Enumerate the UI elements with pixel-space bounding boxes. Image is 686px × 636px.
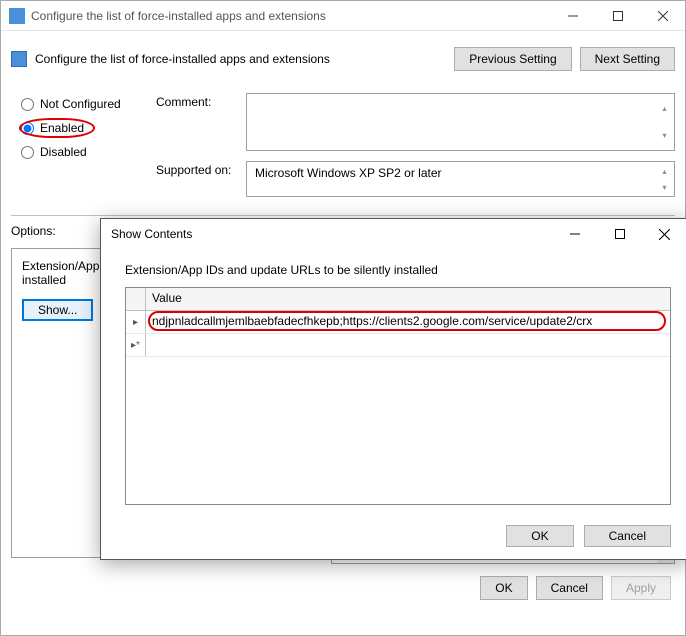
dialog-label: Extension/App IDs and update URLs to be …: [125, 263, 671, 277]
row-marker-new-icon: ▸*: [126, 334, 146, 356]
grid-header: Value: [126, 288, 670, 311]
next-setting-button[interactable]: Next Setting: [580, 47, 675, 71]
radio-not-configured-label: Not Configured: [40, 97, 121, 111]
dialog-minimize-button[interactable]: [552, 219, 597, 249]
close-button[interactable]: [640, 1, 685, 31]
radio-disabled-input[interactable]: [21, 146, 34, 159]
grid-cell-empty[interactable]: [146, 334, 670, 356]
down-arrow-icon[interactable]: ▾: [656, 179, 673, 195]
grid-column-value[interactable]: Value: [146, 288, 670, 310]
cancel-button[interactable]: Cancel: [536, 576, 603, 600]
radio-disabled-label: Disabled: [40, 145, 87, 159]
dialog-body: Extension/App IDs and update URLs to be …: [101, 249, 686, 515]
dialog-title: Show Contents: [111, 227, 552, 241]
value-grid[interactable]: Value ▸ ndjpnladcallmjemlbaebfadecfhkepb…: [125, 287, 671, 505]
app-icon: [9, 8, 25, 24]
supported-box: Microsoft Windows XP SP2 or later ▴▾: [246, 161, 675, 197]
ok-button[interactable]: OK: [480, 576, 527, 600]
supported-spinner[interactable]: ▴▾: [656, 163, 673, 195]
show-contents-dialog: Show Contents Extension/App IDs and upda…: [100, 218, 686, 560]
heading: Configure the list of force-installed ap…: [35, 52, 454, 66]
radio-enabled-input[interactable]: [21, 122, 34, 135]
state-radios: Not Configured Enabled Disabled: [1, 79, 151, 169]
supported-value: Microsoft Windows XP SP2 or later: [255, 166, 442, 180]
row-marker-icon: ▸: [126, 311, 146, 333]
dialog-cancel-button[interactable]: Cancel: [584, 525, 671, 547]
grid-row[interactable]: ▸ ndjpnladcallmjemlbaebfadecfhkepb;https…: [126, 311, 670, 334]
form-area: Comment: ▴▾ Supported on: Microsoft Wind…: [156, 79, 685, 197]
radio-enabled-label: Enabled: [40, 121, 84, 135]
comment-spinner[interactable]: ▴▾: [656, 95, 673, 149]
titlebar: Configure the list of force-installed ap…: [1, 1, 685, 31]
dialog-footer: OK Cancel: [101, 515, 686, 559]
dialog-close-button[interactable]: [642, 219, 686, 249]
previous-setting-button[interactable]: Previous Setting: [454, 47, 571, 71]
radio-disabled[interactable]: Disabled: [19, 145, 151, 159]
divider: [11, 215, 675, 216]
window-controls: [550, 1, 685, 31]
policy-icon: [11, 51, 27, 67]
apply-button[interactable]: Apply: [611, 576, 671, 600]
supported-label: Supported on:: [156, 161, 246, 197]
radio-enabled[interactable]: Enabled: [19, 121, 151, 135]
grid-cell-value[interactable]: ndjpnladcallmjemlbaebfadecfhkepb;https:/…: [146, 311, 670, 333]
down-arrow-icon[interactable]: ▾: [656, 122, 673, 149]
radio-not-configured-input[interactable]: [21, 98, 34, 111]
header-row: Configure the list of force-installed ap…: [1, 31, 685, 79]
radio-not-configured[interactable]: Not Configured: [19, 97, 151, 111]
comment-textarea[interactable]: ▴▾: [246, 93, 675, 151]
comment-label: Comment:: [156, 93, 246, 151]
show-button[interactable]: Show...: [22, 299, 93, 321]
window-title: Configure the list of force-installed ap…: [31, 9, 550, 23]
dialog-titlebar: Show Contents: [101, 219, 686, 249]
minimize-button[interactable]: [550, 1, 595, 31]
dialog-ok-button[interactable]: OK: [506, 525, 573, 547]
grid-cell-text: ndjpnladcallmjemlbaebfadecfhkepb;https:/…: [152, 314, 592, 328]
grid-row-new[interactable]: ▸*: [126, 334, 670, 357]
footer-buttons: OK Cancel Apply: [1, 564, 685, 600]
maximize-button[interactable]: [595, 1, 640, 31]
up-arrow-icon[interactable]: ▴: [656, 163, 673, 179]
dialog-maximize-button[interactable]: [597, 219, 642, 249]
config-area: Not Configured Enabled Disabled Comment:…: [1, 79, 685, 207]
up-arrow-icon[interactable]: ▴: [656, 95, 673, 122]
grid-corner: [126, 288, 146, 310]
